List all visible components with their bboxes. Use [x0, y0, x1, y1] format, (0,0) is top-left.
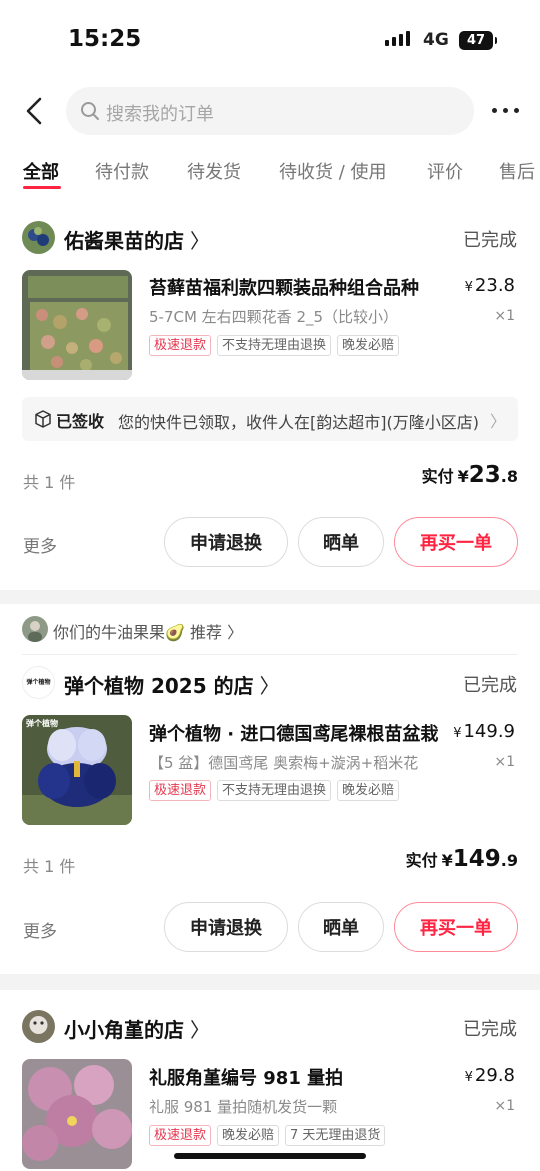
product-price: ¥23.8 [464, 275, 515, 296]
network-label: 4G [423, 30, 449, 50]
buy-again-button[interactable]: 再买一单 [394, 902, 518, 952]
status-time: 15:25 [68, 26, 142, 52]
order-card: 小小角堇的店〉 已完成 礼服角堇编号 981 量拍 ¥29.8 礼服 981 量… [0, 990, 540, 1171]
request-return-button[interactable]: 申请退换 [164, 517, 288, 567]
shop-name-link[interactable]: 弹个植物 2025 的店〉 [64, 670, 280, 699]
tag-late-compensation: 晚发必赔 [217, 1125, 280, 1146]
tab-pending-shipment[interactable]: 待发货 [187, 158, 241, 184]
home-indicator[interactable] [174, 1153, 366, 1159]
order-tabs: 全部 待付款 待发货 待收货 / 使用 评价 售后 [0, 158, 540, 198]
order-status: 已完成 [463, 230, 517, 251]
shop-name-link[interactable]: 佑酱果苗的店〉 [64, 225, 210, 254]
share-review-button[interactable]: 晒单 [298, 517, 384, 567]
tab-active-indicator [23, 186, 61, 189]
product-price: ¥29.8 [464, 1065, 515, 1086]
order-status: 已完成 [463, 675, 517, 696]
logistics-bar[interactable]: 已签收 您的快件已领取，收件人在[韵达超市](万隆小区店) 〉 [22, 397, 518, 441]
back-arrow-icon[interactable] [24, 96, 50, 126]
divider [22, 654, 518, 655]
share-review-button[interactable]: 晒单 [298, 902, 384, 952]
order-card: 佑酱果苗的店〉 已完成 苔藓苗福利款四颗装品种组合品种 ¥23.8 5-7CM … [0, 210, 540, 590]
product-quantity: ×1 [494, 754, 515, 770]
service-tags: 极速退款 晚发必赔 7 天无理由退货 [149, 1125, 386, 1146]
shop-name-link[interactable]: 小小角堇的店〉 [64, 1014, 210, 1043]
item-count: 共 1 件 [23, 857, 76, 876]
shop-avatar[interactable] [22, 1010, 55, 1043]
product-image[interactable] [22, 1059, 132, 1169]
tag-no-return: 不支持无理由退换 [217, 335, 332, 356]
shop-avatar[interactable]: 弹个植物 [22, 666, 55, 699]
product-spec: 礼服 981 量拍随机发货一颗 [149, 1098, 338, 1116]
more-options-icon[interactable] [492, 108, 519, 113]
tag-fast-refund: 极速退款 [149, 780, 212, 801]
tab-after-sales[interactable]: 售后 [499, 158, 535, 184]
battery-icon: 47 [459, 31, 497, 50]
product-title[interactable]: 苔藓苗福利款四颗装品种组合品种 [149, 274, 449, 300]
header: 15:25 4G 47 搜索我的订单 全部 待付款 待发货 待收货 / 使用 评… [0, 0, 540, 210]
buy-again-button[interactable]: 再买一单 [394, 517, 518, 567]
more-actions-link[interactable]: 更多 [23, 532, 57, 557]
chevron-right-icon: 〉 [489, 412, 506, 431]
tab-pending-receipt[interactable]: 待收货 / 使用 [279, 158, 387, 184]
product-spec: 5-7CM 左右四颗花香 2_5（比较小） [149, 308, 399, 326]
search-icon [81, 102, 99, 120]
product-title[interactable]: 弹个植物 · 进口德国鸢尾裸根苗盆栽 [149, 720, 444, 746]
search-placeholder: 搜索我的订单 [106, 104, 214, 125]
chevron-right-icon: 〉 [190, 1018, 210, 1042]
request-return-button[interactable]: 申请退换 [164, 902, 288, 952]
search-input[interactable]: 搜索我的订单 [66, 87, 474, 135]
tab-pending-payment[interactable]: 待付款 [95, 158, 149, 184]
more-actions-link[interactable]: 更多 [23, 917, 57, 942]
product-price: ¥149.9 [453, 721, 515, 742]
tag-7day-return: 7 天无理由退货 [285, 1125, 386, 1146]
shop-avatar[interactable] [22, 221, 55, 254]
tag-fast-refund: 极速退款 [149, 335, 212, 356]
tag-late-compensation: 晚发必赔 [337, 780, 400, 801]
order-card: 你们的牛油果果🥑 推荐 〉 弹个植物 弹个植物 2025 的店〉 已完成 弹个植… [0, 604, 540, 974]
logistics-text: 您的快件已领取，收件人在[韵达超市](万隆小区店) [118, 413, 479, 432]
chevron-right-icon: 〉 [190, 229, 210, 253]
tab-all[interactable]: 全部 [23, 158, 59, 184]
product-title[interactable]: 礼服角堇编号 981 量拍 [149, 1064, 449, 1090]
order-status: 已完成 [463, 1019, 517, 1040]
item-count: 共 1 件 [23, 473, 76, 492]
recommend-text[interactable]: 你们的牛油果果🥑 推荐 〉 [53, 619, 243, 643]
tab-review[interactable]: 评价 [427, 158, 463, 184]
amount-paid: 实付 ¥23.8 [421, 462, 518, 488]
service-tags: 极速退款 不支持无理由退换 晚发必赔 [149, 780, 400, 801]
product-quantity: ×1 [494, 1098, 515, 1114]
chevron-right-icon: 〉 [259, 674, 280, 698]
avatar [22, 616, 48, 642]
package-icon [35, 410, 51, 428]
product-image[interactable]: 弹个植物 [22, 715, 132, 825]
status-bar: 15:25 4G 47 [0, 0, 540, 80]
amount-paid: 实付 ¥149.9 [405, 846, 518, 872]
product-spec: 【5 盆】德国鸢尾 奥索梅+漩涡+稻米花 [149, 754, 419, 772]
signal-icon [385, 31, 410, 46]
product-image[interactable] [22, 270, 132, 380]
product-quantity: ×1 [494, 308, 515, 324]
logistics-status: 已签收 [56, 412, 105, 431]
tag-late-compensation: 晚发必赔 [337, 335, 400, 356]
service-tags: 极速退款 不支持无理由退换 晚发必赔 [149, 335, 400, 356]
tag-no-return: 不支持无理由退换 [217, 780, 332, 801]
tag-fast-refund: 极速退款 [149, 1125, 212, 1146]
